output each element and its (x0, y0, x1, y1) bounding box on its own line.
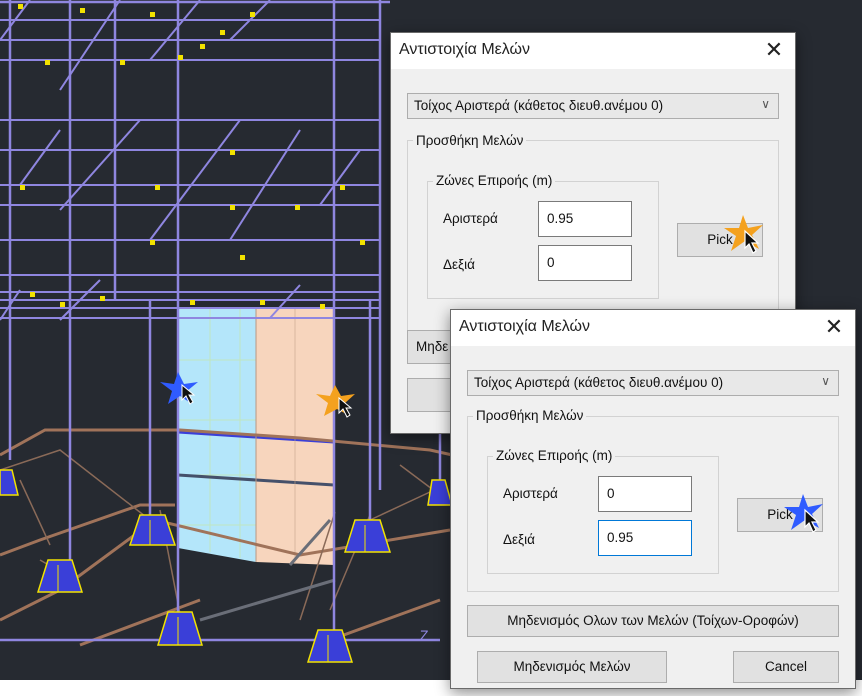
zero-all-members-button[interactable]: Μηδενισμός Ολων των Μελών (Τοίχων-Οροφών… (467, 605, 839, 637)
influence-zones-group (487, 456, 719, 574)
left-label: Αριστερά (503, 486, 558, 501)
chevron-down-icon: ∨ (821, 374, 830, 388)
influence-zones-group-title: Ζώνες Επιροής (m) (433, 173, 556, 188)
right-zone-input[interactable]: 0.95 (598, 520, 692, 556)
title-bar: Αντιστοιχία Μελών ✕ (391, 33, 795, 69)
left-zone-input[interactable]: 0 (598, 476, 692, 512)
left-zone-value: 0.95 (547, 211, 574, 226)
left-zone-input[interactable]: 0.95 (538, 201, 632, 237)
influence-zones-group (427, 181, 659, 299)
right-label: Δεξιά (503, 532, 535, 547)
add-members-group-title: Προσθήκη Μελών (413, 133, 527, 148)
wall-select-value: Τοίχος Αριστερά (κάθετος διευθ.ανέμου 0) (414, 98, 664, 113)
zero-members-label: Μηδενισμός Μελών (513, 659, 631, 674)
right-zone-input[interactable]: 0 (538, 245, 632, 281)
close-icon[interactable]: ✕ (819, 314, 849, 340)
dialog-title: Αντιστοιχία Μελών (399, 41, 531, 58)
z-axis-label: Z (420, 627, 429, 643)
left-zone-value: 0 (607, 486, 615, 501)
member-mapping-dialog-front: Αντιστοιχία Μελών ✕ Τοίχος Αριστερά (κάθ… (450, 309, 856, 689)
dialog-title: Αντιστοιχία Μελών (459, 318, 591, 335)
blue-sparkle-icon (784, 494, 823, 533)
zero-members-button[interactable]: Μηδενισμός Μελών (477, 651, 667, 683)
left-label: Αριστερά (443, 211, 498, 226)
chevron-down-icon: ∨ (761, 97, 770, 111)
add-members-group-title: Προσθήκη Μελών (473, 408, 587, 423)
orange-sparkle-icon (724, 215, 763, 254)
cancel-button[interactable]: Cancel (733, 651, 839, 683)
right-zone-value: 0 (547, 255, 555, 270)
cancel-label: Cancel (764, 659, 808, 674)
zero-all-button-partial-label: Μηδε (416, 339, 449, 354)
zero-all-members-label: Μηδενισμός Ολων των Μελών (Τοίχων-Οροφών… (507, 613, 799, 628)
wall-select[interactable]: Τοίχος Αριστερά (κάθετος διευθ.ανέμου 0)… (407, 93, 779, 119)
wall-select[interactable]: Τοίχος Αριστερά (κάθετος διευθ.ανέμου 0)… (467, 370, 839, 396)
right-zone-value: 0.95 (607, 530, 634, 545)
influence-zones-group-title: Ζώνες Επιροής (m) (493, 448, 616, 463)
right-label: Δεξιά (443, 257, 475, 272)
wall-select-value: Τοίχος Αριστερά (κάθετος διευθ.ανέμου 0) (474, 375, 724, 390)
close-icon[interactable]: ✕ (759, 37, 789, 63)
title-bar: Αντιστοιχία Μελών ✕ (451, 310, 855, 346)
